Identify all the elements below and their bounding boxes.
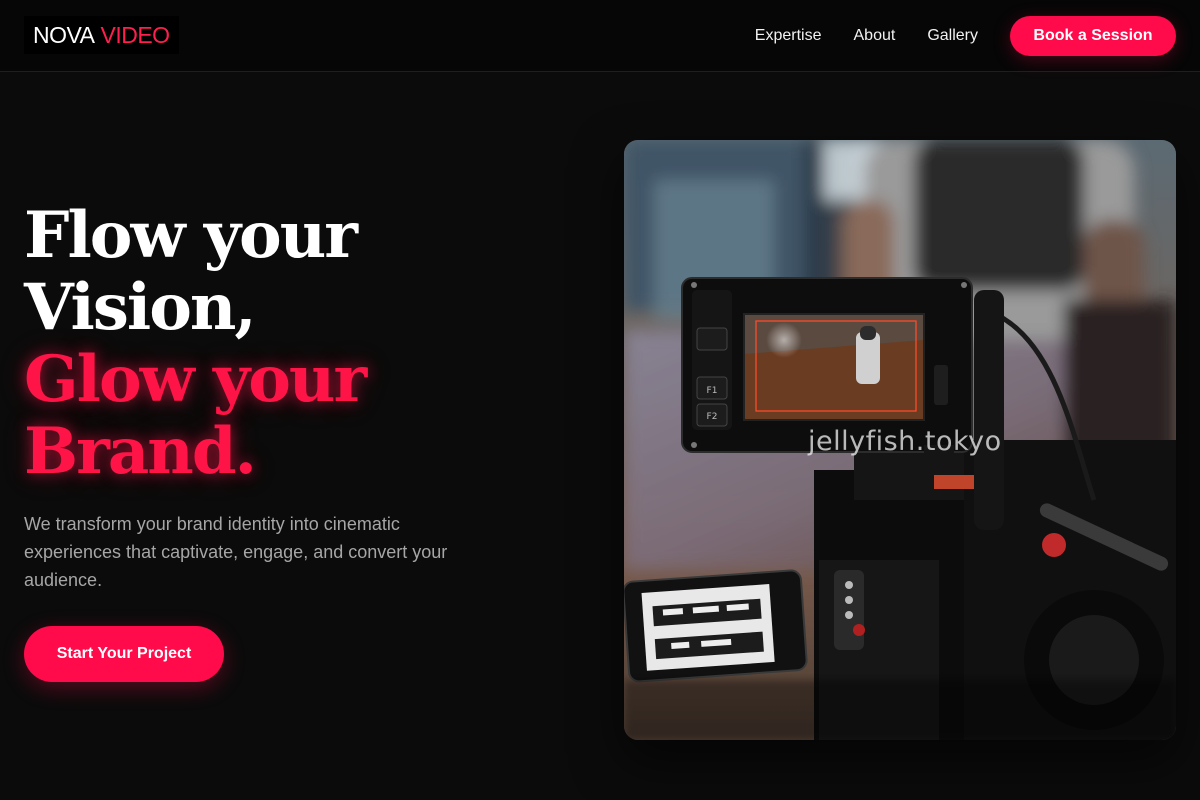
hero-headline: Flow your Vision, Glow your Brand. [24,198,367,489]
logo-word-nova: NOVA [33,21,95,48]
nav-link-about[interactable]: About [854,27,896,45]
logo[interactable]: NOVA VIDEO [24,16,179,54]
hero-image: F1 F2 jellyfish.tokyo [624,140,1176,740]
headline-line-3: Glow your [24,342,367,417]
nav-link-gallery[interactable]: Gallery [927,27,978,45]
book-session-button[interactable]: Book a Session [1010,16,1176,56]
monitor-button-f1: F1 [707,386,718,396]
start-project-button[interactable]: Start Your Project [24,626,224,682]
logo-word-video: VIDEO [100,21,170,48]
headline-line-2: Vision, [24,270,257,345]
image-watermark: jellyfish.tokyo [808,426,1002,457]
headline-line-1: Flow your [24,198,358,273]
site-header: NOVA VIDEO Expertise About Gallery Book … [0,0,1200,72]
main-nav: Expertise About Gallery [755,0,978,72]
headline-line-4: Brand. [24,414,257,489]
landing-page: NOVA VIDEO Expertise About Gallery Book … [0,0,1200,800]
nav-link-expertise[interactable]: Expertise [755,27,822,45]
monitor-button-f2: F2 [707,412,718,422]
side-monitor [624,569,808,683]
hero-tagline: We transform your brand identity into ci… [24,514,448,590]
